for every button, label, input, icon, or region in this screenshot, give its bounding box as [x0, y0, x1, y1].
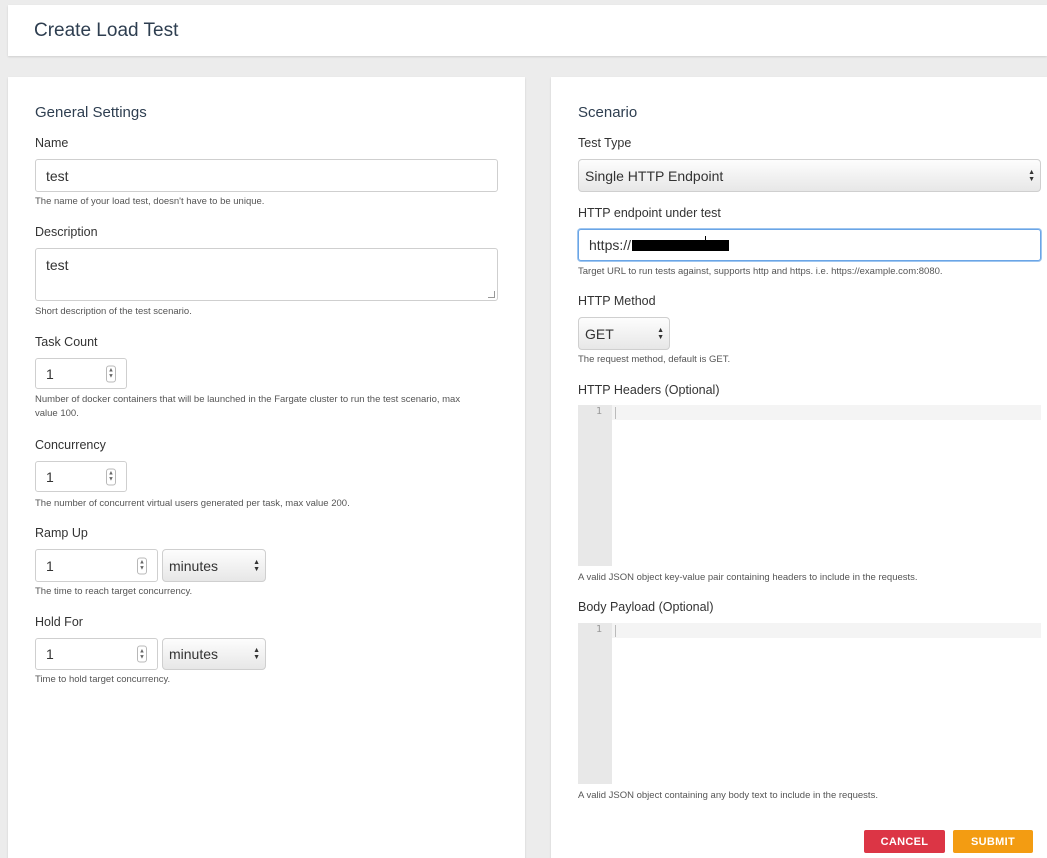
ramp-up-input[interactable]: 1 ▲ ▼ — [35, 549, 158, 582]
headers-active-line — [612, 405, 1041, 420]
scenario-panel: Scenario Test Type Single HTTP Endpoint … — [551, 77, 1047, 858]
hold-for-unit-select[interactable]: minutes ▲ ▼ — [162, 638, 266, 670]
select-arrows-icon: ▲ ▼ — [657, 326, 664, 341]
general-settings-panel: General Settings Name test The name of y… — [8, 77, 525, 858]
body-label: Body Payload (Optional) — [578, 600, 714, 614]
hold-for-unit-value: minutes — [169, 646, 219, 662]
line-number: 1 — [595, 406, 602, 417]
ramp-up-unit-select[interactable]: minutes ▲ ▼ — [162, 549, 266, 582]
endpoint-value: https:// — [589, 237, 632, 253]
hold-for-input[interactable]: 1 ▲ ▼ — [35, 638, 158, 670]
body-help: A valid JSON object containing any body … — [578, 790, 878, 801]
select-arrows-icon: ▲ ▼ — [253, 647, 260, 661]
description-label: Description — [35, 225, 98, 239]
concurrency-input[interactable]: 1 ▲ ▼ — [35, 461, 127, 492]
page-header: Create Load Test — [8, 5, 1047, 56]
body-cursor — [615, 625, 616, 637]
test-type-select[interactable]: Single HTTP Endpoint ▲ ▼ — [578, 159, 1041, 192]
page-title: Create Load Test — [34, 20, 179, 41]
scenario-title: Scenario — [578, 104, 638, 121]
hold-for-value: 1 — [46, 646, 54, 662]
chevron-down-icon[interactable]: ▼ — [108, 477, 114, 483]
method-value: GET — [585, 325, 614, 342]
select-arrows-icon: ▲ ▼ — [1028, 168, 1035, 183]
name-help: The name of your load test, doesn't have… — [35, 196, 265, 207]
headers-label: HTTP Headers (Optional) — [578, 383, 720, 397]
description-textarea[interactable]: test — [35, 248, 498, 301]
method-select[interactable]: GET ▲ ▼ — [578, 317, 670, 350]
test-type-label: Test Type — [578, 136, 632, 150]
task-count-help-line1: Number of docker containers that will be… — [35, 394, 461, 405]
headers-editor[interactable]: 1 — [578, 405, 1041, 566]
task-count-help: Number of docker containers that will be… — [35, 393, 495, 421]
endpoint-help: Target URL to run tests against, support… — [578, 266, 943, 277]
endpoint-label: HTTP endpoint under test — [578, 206, 721, 220]
body-gutter: 1 — [578, 623, 612, 784]
hold-for-label: Hold For — [35, 615, 83, 629]
hold-for-stepper[interactable]: ▲ ▼ — [137, 645, 147, 663]
test-type-value: Single HTTP Endpoint — [585, 167, 724, 184]
ramp-up-help: The time to reach target concurrency. — [35, 586, 193, 597]
ramp-up-label: Ramp Up — [35, 526, 88, 540]
general-settings-title: General Settings — [35, 104, 147, 121]
headers-help: A valid JSON object key-value pair conta… — [578, 572, 918, 583]
select-arrows-icon: ▲ ▼ — [253, 558, 260, 573]
concurrency-label: Concurrency — [35, 438, 106, 452]
text-caret — [705, 236, 706, 250]
submit-button[interactable]: SUBMIT — [953, 830, 1033, 853]
method-label: HTTP Method — [578, 294, 656, 308]
ramp-up-stepper[interactable]: ▲ ▼ — [137, 557, 147, 574]
resize-grip-icon[interactable] — [488, 291, 495, 298]
line-number: 1 — [595, 624, 602, 635]
task-count-stepper[interactable]: ▲ ▼ — [106, 365, 116, 382]
headers-gutter: 1 — [578, 405, 612, 566]
description-help: Short description of the test scenario. — [35, 306, 192, 317]
name-input-value: test — [46, 167, 69, 184]
ramp-up-unit-value: minutes — [169, 557, 219, 574]
concurrency-value: 1 — [46, 468, 54, 485]
chevron-down-icon[interactable]: ▼ — [139, 566, 145, 572]
concurrency-stepper[interactable]: ▲ ▼ — [106, 468, 116, 485]
body-active-line — [612, 623, 1041, 638]
hold-for-help: Time to hold target concurrency. — [35, 674, 171, 685]
redacted-block — [632, 240, 729, 251]
concurrency-help: The number of concurrent virtual users g… — [35, 498, 350, 509]
chevron-down-icon[interactable]: ▼ — [108, 374, 114, 380]
ramp-up-value: 1 — [46, 557, 54, 574]
name-label: Name — [35, 136, 69, 150]
headers-cursor — [615, 407, 616, 419]
chevron-down-icon[interactable]: ▼ — [139, 654, 145, 660]
cancel-button[interactable]: CANCEL — [864, 830, 945, 853]
method-help: The request method, default is GET. — [578, 354, 731, 365]
name-input[interactable]: test — [35, 159, 498, 192]
task-count-value: 1 — [46, 365, 54, 382]
task-count-input[interactable]: 1 ▲ ▼ — [35, 358, 127, 389]
body-editor[interactable]: 1 — [578, 623, 1041, 784]
task-count-label: Task Count — [35, 335, 98, 349]
task-count-help-line2: value 100. — [35, 408, 79, 419]
description-value: test — [46, 257, 69, 273]
endpoint-input[interactable]: https:// — [578, 229, 1041, 261]
